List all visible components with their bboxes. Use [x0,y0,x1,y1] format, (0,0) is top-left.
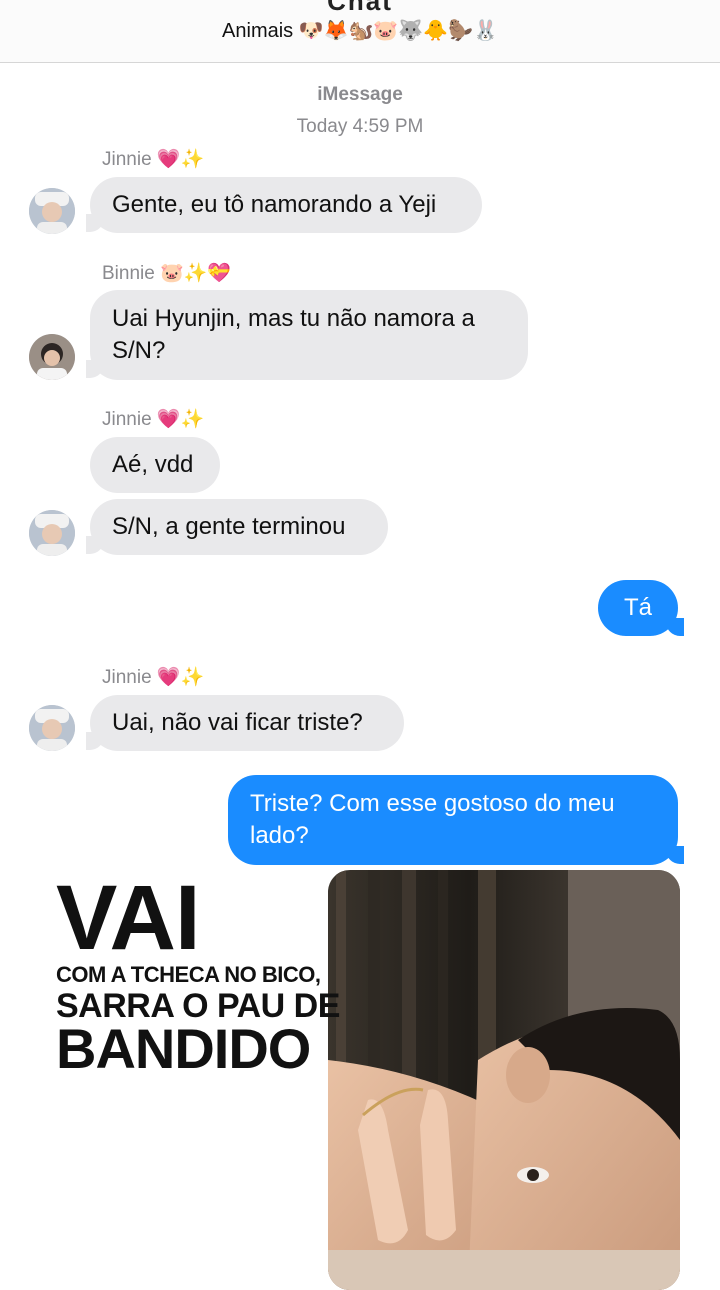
attached-photo[interactable] [328,870,680,1290]
avatar-binnie[interactable] [29,334,75,380]
caption-line-4: BANDIDO [56,1017,311,1080]
message-bubble-outgoing[interactable]: Triste? Com esse gostoso do meu lado? [228,775,678,865]
sender-name-jinnie: Jinnie 💗✨ [102,149,205,170]
avatar-jinnie[interactable] [29,705,75,751]
sender-name-jinnie: Jinnie 💗✨ [102,667,205,688]
avatar-jinnie[interactable] [29,510,75,556]
message-bubble-incoming[interactable]: Uai, não vai ficar triste? [90,695,404,751]
sender-name-binnie: Binnie 🐷✨💝 [102,263,232,284]
avatar-photo-icon [29,334,75,380]
sender-name-jinnie: Jinnie 💗✨ [102,409,205,430]
message-bubble-incoming[interactable]: Gente, eu tô namorando a Yeji [90,177,482,233]
message-bubble-incoming[interactable]: S/N, a gente terminou [90,499,388,555]
caption-line-1: VAI [56,867,201,969]
chat-header: Chat Animais 🐶🦊🐿️🐷🐺🐥🦫🐰 [0,0,720,63]
caption-line-2: COM A TCHECA NO BICO, [56,962,321,987]
group-subtitle[interactable]: Animais 🐶🦊🐿️🐷🐺🐥🦫🐰 [0,18,720,43]
message-bubble-outgoing[interactable]: Tá [598,580,678,636]
message-bubble-incoming[interactable]: Aé, vdd [90,437,220,493]
service-label: iMessage [317,84,403,105]
avatar-photo-icon [29,510,75,556]
message-timestamp: Today 4:59 PM [296,116,424,137]
avatar-photo-icon [29,705,75,751]
avatar-jinnie[interactable] [29,188,75,234]
group-name[interactable]: Chat [0,0,720,17]
avatar-photo-icon [29,188,75,234]
message-bubble-incoming[interactable]: Uai Hyunjin, mas tu não namora a S/N? [90,290,528,380]
photo-image [328,870,680,1290]
